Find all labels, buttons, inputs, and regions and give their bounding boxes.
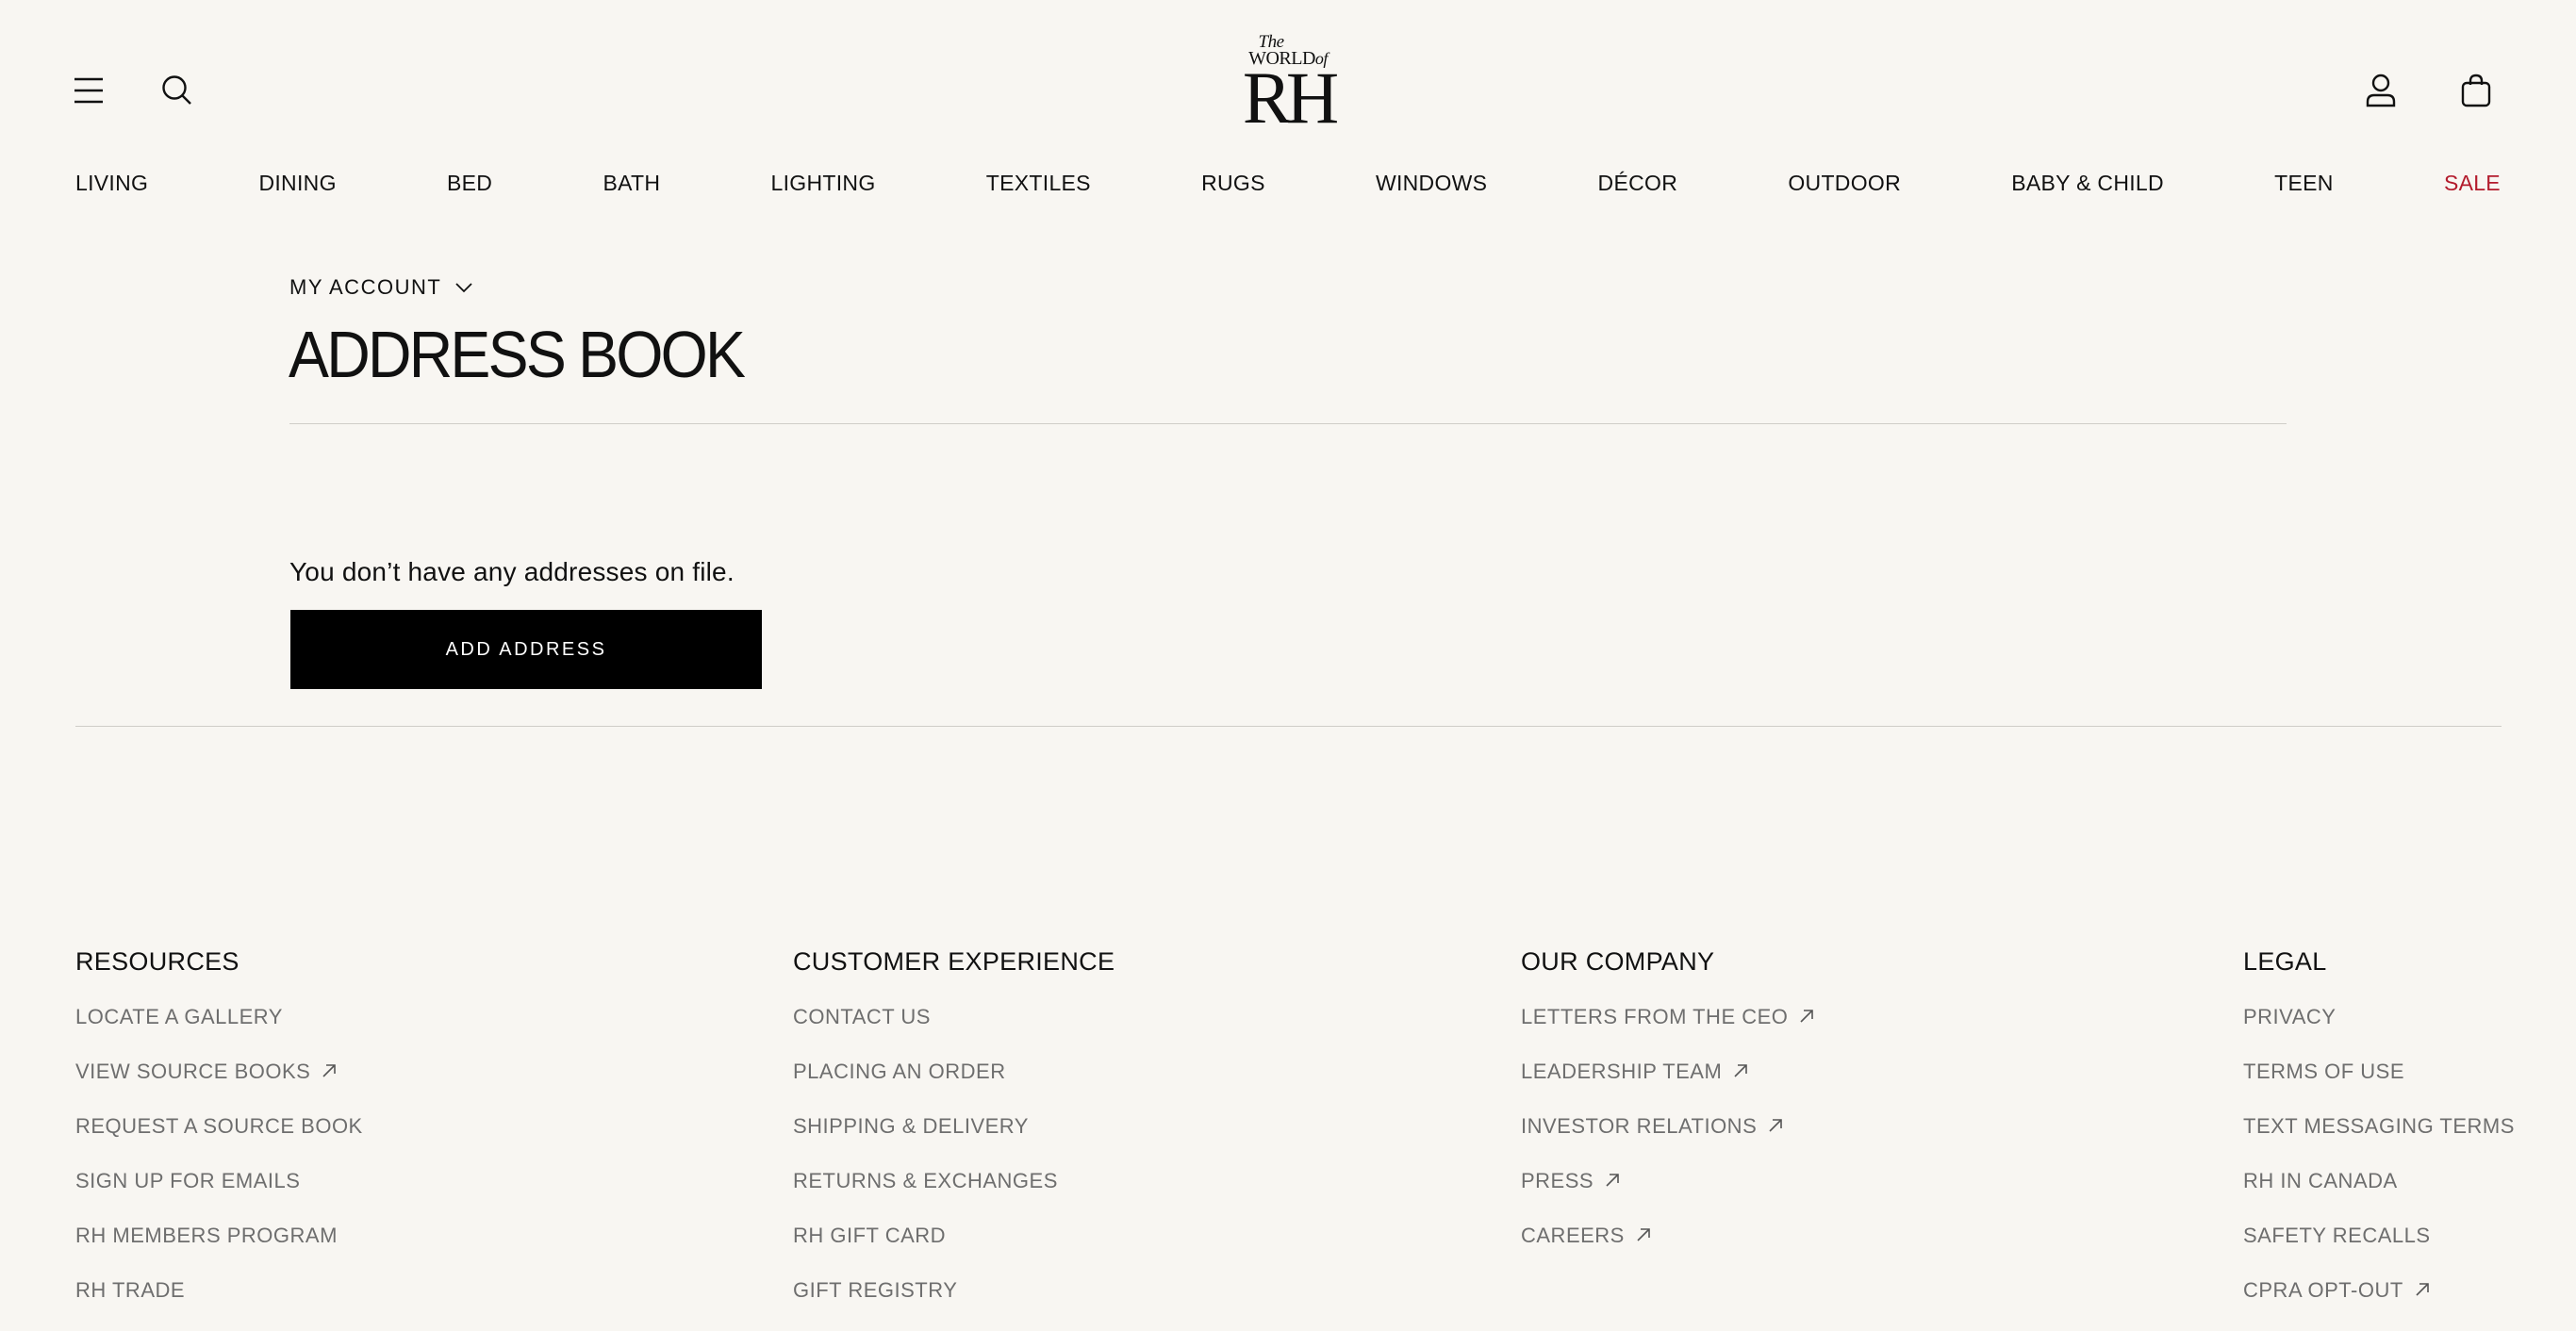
footer-link[interactable]: PRESS — [1521, 1167, 1814, 1222]
footer-link-label: INVESTOR RELATIONS — [1521, 1114, 1758, 1138]
nav-windows[interactable]: WINDOWS — [1376, 166, 1487, 200]
nav-bed[interactable]: BED — [447, 166, 492, 200]
external-link-arrow-icon — [1734, 1064, 1748, 1077]
content-divider — [75, 726, 2502, 727]
footer-link-list: LOCATE A GALLERY VIEW SOURCE BOOKS REQUEST… — [75, 1003, 363, 1331]
footer-customer-experience: CUSTOMER EXPERIENCE CONTACT US PLACING AN… — [793, 946, 1115, 1331]
footer-link-label: RH IN CANADA — [2243, 1169, 2398, 1192]
footer-link[interactable]: PLACING AN ORDER — [793, 1058, 1115, 1112]
footer-link[interactable]: TEXT MESSAGING TERMS — [2243, 1112, 2515, 1167]
footer-link-label: LOCATE A GALLERY — [75, 1005, 283, 1028]
footer-link-label: RH TRADE — [75, 1278, 186, 1302]
user-icon[interactable] — [2365, 74, 2397, 107]
footer-legal-title: LEGAL — [2243, 947, 2327, 976]
nav-baby-child[interactable]: BABY & CHILD — [2011, 166, 2164, 200]
footer-link[interactable]: LEADERSHIP TEAM — [1521, 1058, 1814, 1112]
shopping-bag-icon[interactable] — [2461, 74, 2491, 107]
footer-link[interactable]: LETTERS FROM THE CEO — [1521, 1003, 1814, 1058]
footer-link-label: SAFETY RECALLS — [2243, 1224, 2431, 1247]
footer-link[interactable]: GIFT REGISTRY — [793, 1276, 1115, 1331]
footer-link-label: TERMS OF USE — [2243, 1060, 2405, 1083]
search-icon[interactable] — [160, 74, 194, 107]
footer-link[interactable]: CPRA OPT-OUT — [2243, 1276, 2515, 1331]
footer-link[interactable]: TERMS OF USE — [2243, 1058, 2515, 1112]
footer-resources: RESOURCES LOCATE A GALLERY VIEW SOURCE BO… — [75, 946, 363, 1331]
nav-bath[interactable]: BATH — [603, 166, 660, 200]
nav-sale[interactable]: SALE — [2444, 166, 2501, 200]
external-link-arrow-icon — [1800, 1010, 1814, 1023]
nav-living[interactable]: LIVING — [75, 166, 148, 200]
footer-link[interactable]: PRIVACY — [2243, 1003, 2515, 1058]
footer-link-label: RH MEMBERS PROGRAM — [75, 1224, 338, 1247]
primary-nav: LIVING DINING BED BATH LIGHTING TEXTILES… — [75, 166, 2501, 200]
footer-link-label: VIEW SOURCE BOOKS — [75, 1060, 311, 1083]
title-divider — [289, 423, 2287, 424]
external-link-arrow-icon — [322, 1064, 337, 1077]
external-link-arrow-icon — [1637, 1228, 1650, 1241]
footer-link-label: RH GIFT CARD — [793, 1224, 947, 1247]
footer-link-list: CONTACT US PLACING AN ORDER SHIPPING & DEL… — [793, 1003, 1115, 1331]
my-account-dropdown[interactable]: MY ACCOUNT — [289, 275, 473, 300]
footer-link[interactable]: RETURNS & EXCHANGES — [793, 1167, 1115, 1222]
nav-dining[interactable]: DINING — [258, 166, 336, 200]
footer-link-label: SHIPPING & DELIVERY — [793, 1114, 1029, 1138]
footer-link-label: CAREERS — [1521, 1224, 1625, 1247]
add-address-button[interactable]: ADD ADDRESS — [290, 610, 762, 689]
footer-link-label: LETTERS FROM THE CEO — [1521, 1005, 1789, 1028]
footer-link-list: PRIVACY TERMS OF USE TEXT MESSAGING TERMS R… — [2243, 1003, 2515, 1331]
footer-our-company: OUR COMPANY LETTERS FROM THE CEO LEADERSH… — [1521, 946, 1814, 1276]
page-title: ADDRESS BOOK — [289, 318, 746, 391]
footer-link-label: GIFT REGISTRY — [793, 1278, 958, 1302]
nav-textiles[interactable]: TEXTILES — [986, 166, 1091, 200]
empty-addresses-message: You don’t have any addresses on file. — [289, 557, 735, 586]
chevron-down-icon — [455, 283, 472, 293]
nav-teen[interactable]: TEEN — [2274, 166, 2334, 200]
nav-outdoor[interactable]: OUTDOOR — [1788, 166, 1901, 200]
footer-link-label: TEXT MESSAGING TERMS — [2243, 1114, 2515, 1138]
footer-link-label: PRESS — [1521, 1169, 1594, 1192]
footer-our-company-title: OUR COMPANY — [1521, 947, 1715, 976]
footer-link[interactable]: CAREERS — [1521, 1222, 1814, 1276]
footer-link[interactable]: INVESTOR RELATIONS — [1521, 1112, 1814, 1167]
external-link-arrow-icon — [2416, 1283, 2429, 1296]
nav-rugs[interactable]: RUGS — [1201, 166, 1265, 200]
footer-link-label: LEADERSHIP TEAM — [1521, 1060, 1723, 1083]
footer-link-label: PRIVACY — [2243, 1005, 2337, 1028]
footer-link[interactable]: CONTACT US — [793, 1003, 1115, 1058]
footer-link[interactable]: SHIPPING & DELIVERY — [793, 1112, 1115, 1167]
footer-link[interactable]: RH GIFT CARD — [793, 1222, 1115, 1276]
footer-customer-experience-title: CUSTOMER EXPERIENCE — [793, 947, 1115, 976]
external-link-arrow-icon — [1606, 1174, 1619, 1187]
logo-mark: RH — [1242, 57, 1339, 139]
footer-link-label: SIGN UP FOR EMAILS — [75, 1169, 301, 1192]
footer-link-label: CONTACT US — [793, 1005, 931, 1028]
footer-link[interactable]: SIGN UP FOR EMAILS — [75, 1167, 363, 1222]
hamburger-menu-icon[interactable] — [74, 75, 104, 106]
nav-decor[interactable]: DÉCOR — [1598, 166, 1678, 200]
my-account-label: MY ACCOUNT — [289, 275, 442, 299]
footer-link-label: RETURNS & EXCHANGES — [793, 1169, 1058, 1192]
nav-lighting[interactable]: LIGHTING — [771, 166, 876, 200]
footer-legal: LEGAL PRIVACY TERMS OF USE TEXT MESSAGING … — [2243, 946, 2515, 1331]
footer-link[interactable]: REQUEST A SOURCE BOOK — [75, 1112, 363, 1167]
footer-link-label: REQUEST A SOURCE BOOK — [75, 1114, 363, 1138]
footer-link-label: CPRA OPT-OUT — [2243, 1278, 2403, 1302]
footer-link-list: LETTERS FROM THE CEO LEADERSHIP TEAM INVES… — [1521, 1003, 1814, 1276]
footer-link[interactable]: RH IN CANADA — [2243, 1167, 2515, 1222]
external-link-arrow-icon — [1769, 1119, 1783, 1132]
footer-link[interactable]: RH MEMBERS PROGRAM — [75, 1222, 363, 1276]
footer-link[interactable]: SAFETY RECALLS — [2243, 1222, 2515, 1276]
footer-resources-title: RESOURCES — [75, 947, 239, 976]
rh-logo[interactable]: The WORLDof RH — [1236, 33, 1340, 139]
footer-link[interactable]: VIEW SOURCE BOOKS — [75, 1058, 363, 1112]
footer-link-label: PLACING AN ORDER — [793, 1060, 1006, 1083]
footer-link[interactable]: LOCATE A GALLERY — [75, 1003, 363, 1058]
footer-link[interactable]: RH TRADE — [75, 1276, 363, 1331]
